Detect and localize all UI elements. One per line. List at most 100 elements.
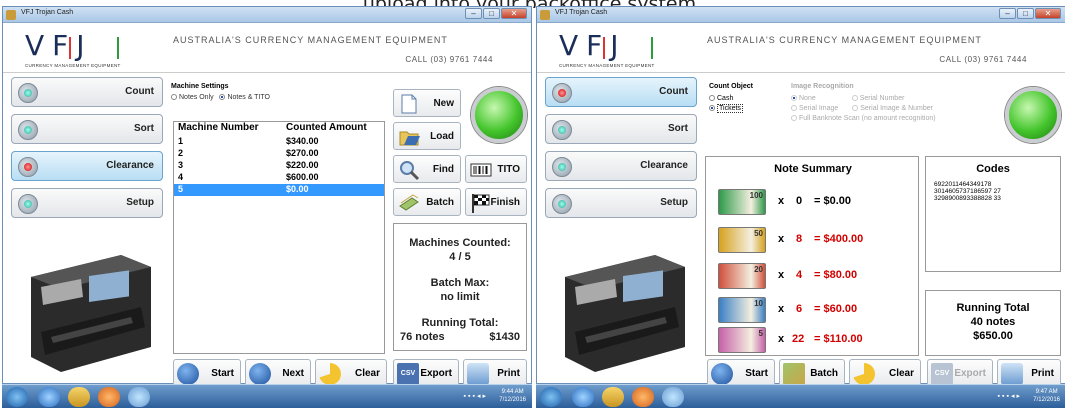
cash-radio[interactable] xyxy=(709,95,715,101)
notes-only-radio[interactable] xyxy=(171,94,177,100)
app-icon[interactable] xyxy=(662,387,684,407)
banknote-denomination: 100 xyxy=(749,191,763,200)
count-button[interactable]: Count xyxy=(11,77,163,107)
serial-number-radio[interactable] xyxy=(851,95,858,101)
maximize-button[interactable]: □ xyxy=(483,8,500,19)
note-amount: = $80.00 xyxy=(814,269,858,281)
system-tray[interactable]: ▪▪▪◂▸ xyxy=(464,392,488,400)
find-button[interactable]: Find xyxy=(393,155,461,183)
media-player-icon[interactable] xyxy=(98,387,120,407)
running-total-label: Running Total xyxy=(956,302,1030,314)
note-x: x xyxy=(778,269,785,281)
system-tray[interactable]: ▪▪▪◂▸ xyxy=(998,392,1022,400)
close-button[interactable]: ✕ xyxy=(1035,8,1061,19)
app-window-right: VFJ Trojan Cash – □ ✕ VFJ CURRENCY MANAG… xyxy=(536,6,1065,387)
note-qty: 0 xyxy=(796,195,803,207)
batch-button[interactable]: Batch xyxy=(393,188,461,216)
machine-table[interactable]: Machine Number Counted Amount 1 $340.00 2 $… xyxy=(173,121,385,354)
status-light-icon xyxy=(552,157,572,177)
start-orb-icon[interactable] xyxy=(6,387,28,407)
tickets-radio[interactable] xyxy=(709,105,715,111)
status-light-icon xyxy=(552,120,572,140)
play-icon xyxy=(177,363,199,385)
running-notes: 76 notes xyxy=(400,331,445,343)
new-button[interactable]: New xyxy=(393,89,461,117)
machine-settings: Machine Settings Notes Only Notes & TITO xyxy=(171,83,271,101)
notes-tito-radio[interactable] xyxy=(219,94,226,100)
note-x: x xyxy=(778,195,785,207)
document-icon xyxy=(401,94,417,114)
table-row[interactable]: 4 $600.00 xyxy=(174,172,384,184)
table-row[interactable]: 2 $270.00 xyxy=(174,148,384,160)
tagline: AUSTRALIA'S CURRENCY MANAGEMENT EQUIPMEN… xyxy=(173,35,448,45)
codes-panel: Codes 6922011464349178 3014605737186597 … xyxy=(925,156,1061,272)
csv-icon: CSV xyxy=(931,363,953,385)
status-light-icon xyxy=(471,87,527,143)
fast-forward-icon xyxy=(249,363,271,385)
start-button[interactable]: Start xyxy=(707,359,775,387)
ie-icon[interactable] xyxy=(38,387,60,407)
refresh-icon xyxy=(853,363,875,385)
app-icon[interactable] xyxy=(128,387,150,407)
table-header: Machine Number Counted Amount xyxy=(178,122,367,133)
finish-button[interactable]: Finish xyxy=(465,188,527,216)
banknote-denomination: 20 xyxy=(754,265,763,274)
close-button[interactable]: ✕ xyxy=(501,8,527,19)
serial-image-number-radio[interactable] xyxy=(852,105,859,111)
banknotes-icon xyxy=(783,363,805,385)
minimize-button[interactable]: – xyxy=(999,8,1016,19)
note-x: x xyxy=(778,233,785,245)
tito-button[interactable]: TITO xyxy=(465,155,527,183)
banknote-denomination: 5 xyxy=(758,329,763,338)
tagline: AUSTRALIA'S CURRENCY MANAGEMENT EQUIPMEN… xyxy=(707,35,982,45)
title-bar[interactable]: VFJ Trojan Cash – □ ✕ xyxy=(537,7,1065,23)
minimize-button[interactable]: – xyxy=(465,8,482,19)
play-icon xyxy=(711,363,733,385)
note-qty: 8 xyxy=(796,233,803,245)
count-button[interactable]: Count xyxy=(545,77,697,107)
counting-machine-image xyxy=(31,255,151,372)
load-button[interactable]: Load xyxy=(393,122,461,150)
title-bar[interactable]: VFJ Trojan Cash – □ ✕ xyxy=(3,7,531,23)
sort-button[interactable]: Sort xyxy=(545,114,697,144)
print-button[interactable]: Print xyxy=(997,359,1061,387)
setup-button[interactable]: Setup xyxy=(545,188,697,218)
print-button[interactable]: Print xyxy=(463,359,527,387)
clock: 9:47 AM 7/12/2016 xyxy=(1033,389,1060,403)
explorer-icon[interactable] xyxy=(602,387,624,407)
start-button[interactable]: Start xyxy=(173,359,241,387)
clearance-button[interactable]: Clearance xyxy=(545,151,697,181)
maximize-button[interactable]: □ xyxy=(1017,8,1034,19)
export-button[interactable]: CSV Export xyxy=(393,359,459,387)
media-player-icon[interactable] xyxy=(632,387,654,407)
start-orb-icon[interactable] xyxy=(540,387,562,407)
table-row[interactable]: 3 $220.00 xyxy=(174,160,384,172)
explorer-icon[interactable] xyxy=(68,387,90,407)
vfj-logo: VFJ CURRENCY MANAGEMENT EQUIPMENT xyxy=(559,29,655,69)
clearance-button[interactable]: Clearance xyxy=(11,151,163,181)
sort-button[interactable]: Sort xyxy=(11,114,163,144)
status-light-icon xyxy=(18,120,38,140)
window-title: VFJ Trojan Cash xyxy=(555,9,608,16)
next-button[interactable]: Next xyxy=(245,359,311,387)
status-light-icon xyxy=(18,83,38,103)
batch-button[interactable]: Batch xyxy=(779,359,845,387)
serial-image-radio[interactable] xyxy=(791,105,797,111)
table-row[interactable]: 1 $340.00 xyxy=(174,136,384,148)
clear-button[interactable]: Clear xyxy=(315,359,387,387)
counting-machine-image xyxy=(565,255,685,372)
code-item: 3014605737186597 27 xyxy=(934,188,1001,195)
barcode-icon xyxy=(470,163,492,177)
full-scan-radio[interactable] xyxy=(791,115,797,121)
side-menu: Count Sort Clearance Setup xyxy=(545,77,697,225)
export-button[interactable]: CSV Export xyxy=(927,359,993,387)
running-notes: 40 notes xyxy=(970,316,1016,328)
ie-icon[interactable] xyxy=(572,387,594,407)
clear-button[interactable]: Clear xyxy=(849,359,921,387)
table-row-selected[interactable]: 5 $0.00 xyxy=(174,184,384,196)
setup-button[interactable]: Setup xyxy=(11,188,163,218)
none-radio[interactable] xyxy=(791,95,797,101)
taskbar-right: ▪▪▪◂▸ 9:47 AM 7/12/2016 xyxy=(536,384,1065,408)
running-total-panel: Running Total 40 notes $650.00 xyxy=(925,290,1061,356)
banknote-100-image: 100 xyxy=(718,189,766,215)
